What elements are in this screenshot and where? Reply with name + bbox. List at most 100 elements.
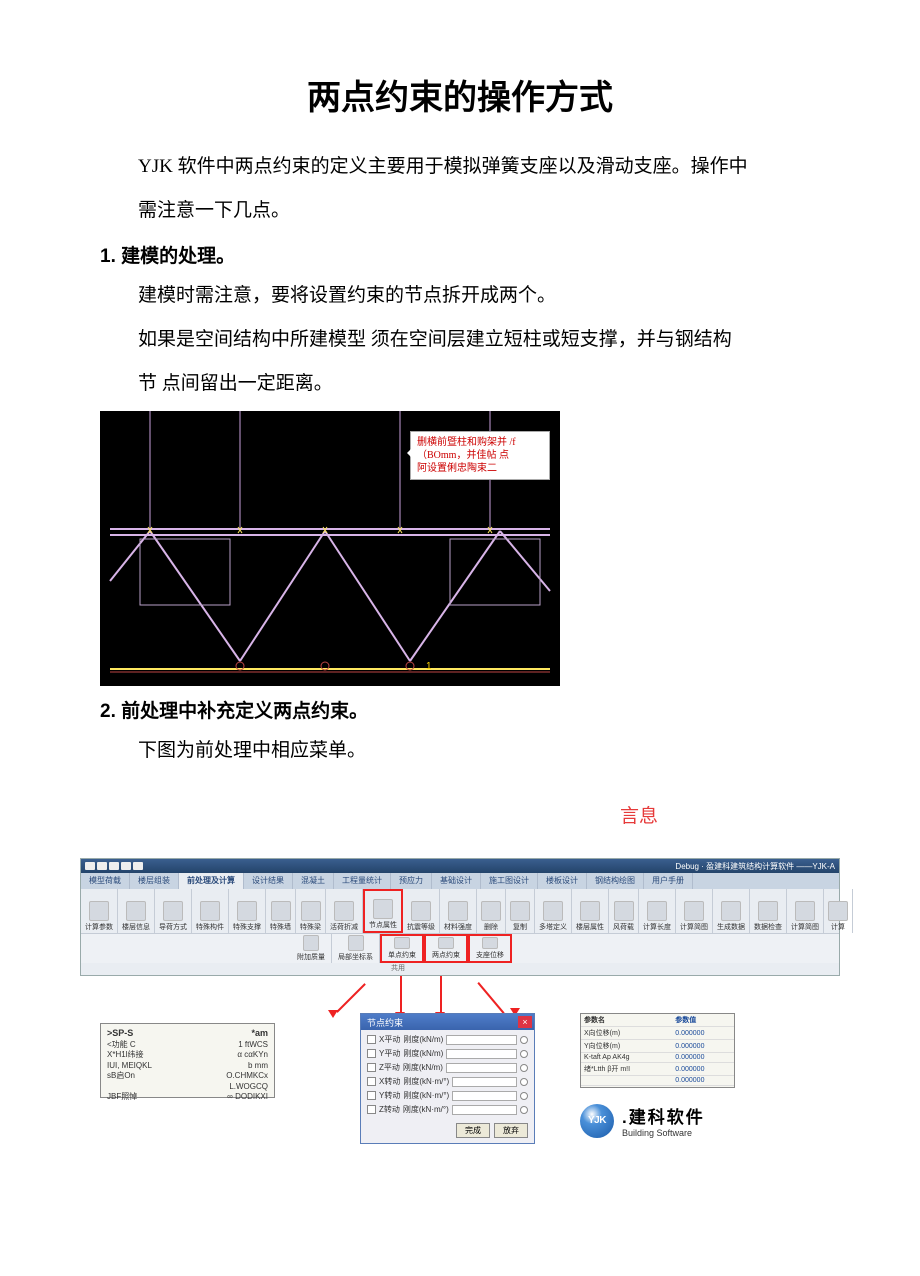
pl-4b: b mm	[248, 1061, 268, 1071]
ribbon-tab[interactable]: 楼板设计	[538, 873, 587, 889]
checkbox[interactable]	[367, 1035, 376, 1044]
radio[interactable]	[520, 1092, 528, 1100]
tool-label: 附加质量	[297, 952, 325, 962]
dialog-ok-button[interactable]: 完成	[456, 1123, 490, 1138]
ribbon-button-节点属性[interactable]: 节点属性	[363, 889, 403, 933]
figure2-ui-collage: Debug · 盈建科建筑结构计算软件 ——YJK-A 模型荷载楼层组装前处理及…	[80, 858, 840, 1158]
ribbon-sub-body: 附加质量局部坐标系单点约束两点约束支座位移	[81, 933, 839, 963]
arrowhead-icon	[328, 1010, 338, 1023]
ribbon-body: 计算参数楼层信息导荷方式特殊构件特殊支撑特殊墙特殊梁活荷折减节点属性抗震等级材料…	[81, 889, 839, 933]
param-val: 0.000000	[672, 1053, 734, 1063]
radio[interactable]	[520, 1064, 528, 1072]
sec2-p1: 下图为前处理中相应菜单。	[100, 731, 820, 771]
ribbon-button-特殊支撑[interactable]: 特殊支撑	[229, 889, 266, 933]
constraint-row: Y转动刚度(kN·m/°)	[367, 1090, 528, 1101]
ribbon-button-多塔定义[interactable]: 多塔定义	[535, 889, 572, 933]
stiffness-input[interactable]	[446, 1035, 517, 1045]
row-unit: 刚度(kN·m/°)	[403, 1076, 449, 1087]
ribbon-tab[interactable]: 楼层组装	[130, 873, 179, 889]
tool-label: 单点约束	[388, 950, 416, 960]
pl-3b: α cαKYn	[237, 1050, 268, 1060]
ribbon-button-删除[interactable]: 删除	[477, 889, 506, 933]
table-row: K-taft Ap AK4g0.000000	[581, 1053, 734, 1063]
ribbon-tab[interactable]: 模型荷载	[81, 873, 130, 889]
ribbon-tab[interactable]: 预应力	[391, 873, 432, 889]
close-icon[interactable]: ×	[518, 1016, 532, 1028]
tool-icon	[795, 901, 815, 921]
ribbon-tab[interactable]: 施工图设计	[481, 873, 538, 889]
ribbon-button-材料强度[interactable]: 材料强度	[440, 889, 477, 933]
ribbon-sub-caption: 共用	[81, 963, 839, 975]
ribbon-sub-button-单点约束[interactable]: 单点约束	[380, 934, 424, 963]
ribbon-button-复制[interactable]: 复制	[506, 889, 535, 933]
tool-icon	[303, 935, 319, 951]
stiffness-input[interactable]	[446, 1063, 517, 1073]
ribbon-button-导荷方式[interactable]: 导荷方式	[155, 889, 192, 933]
param-val: 0.000000	[672, 1076, 734, 1086]
ribbon-button-生成数据[interactable]: 生成数据	[713, 889, 750, 933]
ribbon-button-楼层信息[interactable]: 楼层信息	[118, 889, 155, 933]
tool-label: 计算	[831, 922, 845, 932]
ribbon-tab[interactable]: 设计结果	[244, 873, 293, 889]
tool-label: 节点属性	[369, 920, 397, 930]
radio[interactable]	[520, 1036, 528, 1044]
node-constraint-dialog: 节点约束 × X平动刚度(kN/m)Y平动刚度(kN/m)Z平动刚度(kN/m)…	[360, 1013, 535, 1144]
table-row: X向位移(m)0.000000	[581, 1027, 734, 1040]
stiffness-input[interactable]	[452, 1077, 517, 1087]
ribbon-button-特殊梁[interactable]: 特殊梁	[296, 889, 326, 933]
dialog-cancel-button[interactable]: 放弃	[494, 1123, 528, 1138]
ribbon-button-风荷载[interactable]: 风荷载	[609, 889, 639, 933]
ribbon-button-计算[interactable]: 计算	[824, 889, 853, 933]
tool-label: 计算参数	[85, 922, 113, 932]
pl-1b: *am	[251, 1028, 268, 1040]
ribbon-tab[interactable]: 基础设计	[432, 873, 481, 889]
qat-icon[interactable]	[97, 862, 107, 870]
tool-icon	[543, 901, 563, 921]
checkbox[interactable]	[367, 1077, 376, 1086]
ribbon-tab[interactable]: 工程量统计	[334, 873, 391, 889]
ribbon-tab[interactable]: 用户手册	[644, 873, 693, 889]
ribbon-button-计算简图[interactable]: 计算简图	[676, 889, 713, 933]
stiffness-input[interactable]	[446, 1049, 517, 1059]
table-row: 0.000000	[581, 1076, 734, 1086]
arrow-4	[477, 982, 504, 1014]
ribbon-button-活荷折减[interactable]: 活荷折减	[326, 889, 363, 933]
ribbon-button-计算参数[interactable]: 计算参数	[81, 889, 118, 933]
radio[interactable]	[520, 1050, 528, 1058]
qat-icon[interactable]	[109, 862, 119, 870]
ribbon-sub-button-支座位移[interactable]: 支座位移	[468, 934, 512, 963]
ribbon-button-特殊墙[interactable]: 特殊墙	[266, 889, 296, 933]
ribbon-sub-button-局部坐标系[interactable]: 局部坐标系	[332, 934, 380, 963]
ribbon-tab[interactable]: 混凝土	[293, 873, 334, 889]
checkbox[interactable]	[367, 1063, 376, 1072]
logo-cn-text: .建科软件	[622, 1103, 705, 1128]
ribbon-button-抗震等级[interactable]: 抗震等级	[403, 889, 440, 933]
qat-icon[interactable]	[85, 862, 95, 870]
ribbon-button-计算简图[interactable]: 计算简图	[787, 889, 824, 933]
ribbon-button-楼层属性[interactable]: 楼层属性	[572, 889, 609, 933]
ribbon-button-数据检查[interactable]: 数据检查	[750, 889, 787, 933]
ribbon-tab[interactable]: 前处理及计算	[179, 873, 244, 889]
param-table-panel: 参数名参数值X向位移(m)0.000000Y向位移(m)0.000000K-ta…	[580, 1013, 735, 1088]
qat-icon[interactable]	[133, 862, 143, 870]
radio[interactable]	[520, 1106, 528, 1114]
ribbon-button-特殊构件[interactable]: 特殊构件	[192, 889, 229, 933]
ribbon-sub-button-两点约束[interactable]: 两点约束	[424, 934, 468, 963]
tool-label: 特殊墙	[270, 922, 291, 932]
tool-label: 楼层信息	[122, 922, 150, 932]
tool-icon	[580, 901, 600, 921]
checkbox[interactable]	[367, 1105, 376, 1114]
checkbox[interactable]	[367, 1091, 376, 1100]
tool-icon	[647, 901, 667, 921]
stiffness-input[interactable]	[452, 1105, 517, 1115]
qat-icon[interactable]	[121, 862, 131, 870]
red-info-label: 言息	[620, 801, 820, 828]
tool-icon	[448, 901, 468, 921]
row-label: Y平动	[379, 1048, 400, 1059]
ribbon-button-计算长度[interactable]: 计算长度	[639, 889, 676, 933]
radio[interactable]	[520, 1078, 528, 1086]
checkbox[interactable]	[367, 1049, 376, 1058]
ribbon-sub-button-附加质量[interactable]: 附加质量	[291, 934, 332, 963]
ribbon-tab[interactable]: 钢结构绘图	[587, 873, 644, 889]
stiffness-input[interactable]	[452, 1091, 517, 1101]
